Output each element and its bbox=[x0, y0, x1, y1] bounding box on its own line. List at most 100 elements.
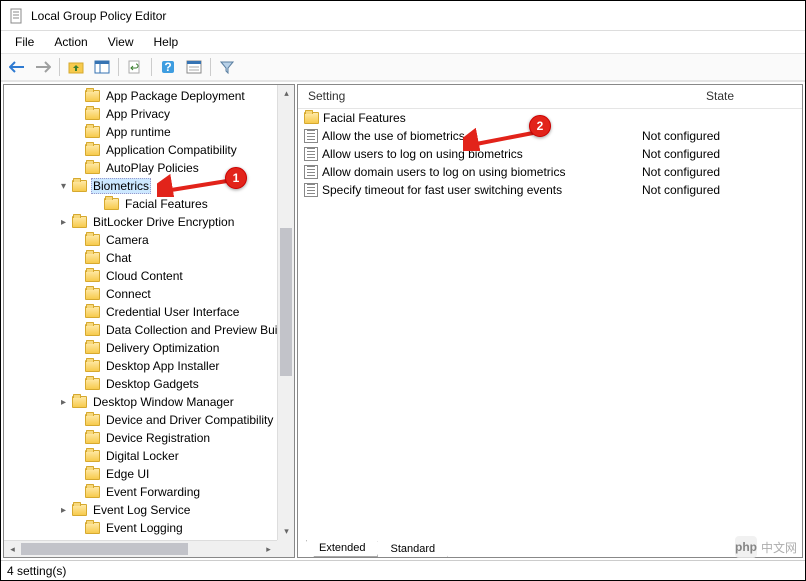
tree-item[interactable]: Desktop Gadgets bbox=[4, 375, 294, 393]
tree-item-label: Delivery Optimization bbox=[104, 341, 221, 355]
policy-icon bbox=[304, 129, 318, 143]
tree-item[interactable]: ▸ Desktop Window Manager bbox=[4, 393, 294, 411]
scroll-down-icon[interactable]: ▾ bbox=[278, 523, 295, 540]
tab-extended[interactable]: Extended bbox=[306, 540, 378, 557]
expander-icon bbox=[70, 468, 83, 481]
expander-icon bbox=[70, 126, 83, 139]
properties-button[interactable] bbox=[182, 56, 206, 78]
expander-icon[interactable]: ▸ bbox=[57, 216, 70, 229]
folder-icon bbox=[85, 162, 100, 174]
svg-text:?: ? bbox=[164, 60, 171, 74]
tree-item[interactable]: ▾ Biometrics bbox=[4, 177, 294, 195]
scroll-corner bbox=[277, 540, 294, 557]
tree-item[interactable]: Desktop App Installer bbox=[4, 357, 294, 375]
setting-label: Facial Features bbox=[323, 111, 406, 125]
horizontal-scrollbar[interactable]: ◂ ▸ bbox=[4, 540, 277, 557]
expander-icon bbox=[70, 342, 83, 355]
scroll-thumb[interactable] bbox=[21, 543, 188, 555]
tree-item[interactable]: App Privacy bbox=[4, 105, 294, 123]
list-row[interactable]: Specify timeout for fast user switching … bbox=[298, 181, 802, 199]
expander-icon bbox=[70, 306, 83, 319]
tree-item[interactable]: Event Logging bbox=[4, 519, 294, 537]
expander-icon bbox=[70, 162, 83, 175]
tree-item[interactable]: Digital Locker bbox=[4, 447, 294, 465]
column-setting[interactable]: Setting bbox=[298, 85, 638, 108]
column-state[interactable]: State bbox=[638, 85, 802, 108]
setting-label: Allow domain users to log on using biome… bbox=[322, 165, 565, 179]
expander-icon bbox=[70, 324, 83, 337]
tree-item[interactable]: Connect bbox=[4, 285, 294, 303]
tree-item[interactable]: Data Collection and Preview Buil bbox=[4, 321, 294, 339]
settings-list[interactable]: Facial Features Allow the use of biometri… bbox=[298, 109, 802, 535]
show-hide-tree-button[interactable] bbox=[90, 56, 114, 78]
folder-icon bbox=[104, 198, 119, 210]
watermark: php 中文网 bbox=[735, 536, 797, 558]
folder-icon bbox=[85, 468, 100, 480]
folder-icon bbox=[85, 378, 100, 390]
expander-icon[interactable]: ▸ bbox=[57, 504, 70, 517]
vertical-scrollbar[interactable]: ▴ ▾ bbox=[277, 85, 294, 540]
menu-view[interactable]: View bbox=[100, 33, 142, 51]
tree-item[interactable]: Device and Driver Compatibility bbox=[4, 411, 294, 429]
scroll-left-icon[interactable]: ◂ bbox=[4, 541, 21, 558]
menu-file[interactable]: File bbox=[7, 33, 42, 51]
expander-icon[interactable]: ▸ bbox=[57, 396, 70, 409]
tree-item-label: Biometrics bbox=[91, 178, 151, 194]
help-button[interactable]: ? bbox=[156, 56, 180, 78]
tree-item[interactable]: Credential User Interface bbox=[4, 303, 294, 321]
tree-item[interactable]: AutoPlay Policies bbox=[4, 159, 294, 177]
tree-item[interactable]: Application Compatibility bbox=[4, 141, 294, 159]
folder-icon bbox=[85, 234, 100, 246]
expander-icon bbox=[70, 486, 83, 499]
scroll-up-icon[interactable]: ▴ bbox=[278, 85, 295, 102]
expander-icon bbox=[70, 414, 83, 427]
expander-icon[interactable]: ▾ bbox=[57, 180, 70, 193]
tree-item[interactable]: Edge UI bbox=[4, 465, 294, 483]
back-button[interactable] bbox=[5, 56, 29, 78]
scroll-thumb[interactable] bbox=[280, 228, 292, 375]
tree-item-label: Event Forwarding bbox=[104, 485, 202, 499]
tree[interactable]: App Package Deployment App PrivacyApp run… bbox=[4, 85, 294, 557]
tree-item[interactable]: Event Forwarding bbox=[4, 483, 294, 501]
folder-icon bbox=[85, 126, 100, 138]
refresh-button[interactable] bbox=[123, 56, 147, 78]
folder-icon bbox=[85, 450, 100, 462]
tree-item-label: Device Registration bbox=[104, 431, 212, 445]
tree-item[interactable]: App runtime bbox=[4, 123, 294, 141]
up-folder-button[interactable] bbox=[64, 56, 88, 78]
expander-icon bbox=[70, 270, 83, 283]
policy-icon bbox=[304, 183, 318, 197]
titlebar: Local Group Policy Editor bbox=[1, 1, 805, 31]
tree-item[interactable]: Device Registration bbox=[4, 429, 294, 447]
list-row[interactable]: Allow users to log on using biometricsNo… bbox=[298, 145, 802, 163]
list-row[interactable]: Allow the use of biometricsNot configure… bbox=[298, 127, 802, 145]
tree-item[interactable]: Cloud Content bbox=[4, 267, 294, 285]
tree-item-label: App Package Deployment bbox=[104, 89, 247, 103]
list-row[interactable]: Allow domain users to log on using biome… bbox=[298, 163, 802, 181]
tree-item[interactable]: Facial Features bbox=[4, 195, 294, 213]
tree-item-label: Device and Driver Compatibility bbox=[104, 413, 275, 427]
menu-action[interactable]: Action bbox=[46, 33, 95, 51]
folder-icon bbox=[85, 252, 100, 264]
expander-icon bbox=[70, 90, 83, 103]
filter-button[interactable] bbox=[215, 56, 239, 78]
separator bbox=[151, 58, 152, 76]
expander-icon bbox=[70, 234, 83, 247]
tree-item[interactable]: ▸BitLocker Drive Encryption bbox=[4, 213, 294, 231]
tree-item[interactable]: App Package Deployment bbox=[4, 87, 294, 105]
menu-help[interactable]: Help bbox=[146, 33, 187, 51]
scroll-right-icon[interactable]: ▸ bbox=[260, 541, 277, 558]
tree-item[interactable]: Delivery Optimization bbox=[4, 339, 294, 357]
folder-icon bbox=[304, 112, 319, 124]
tree-item[interactable]: ▸Event Log Service bbox=[4, 501, 294, 519]
folder-icon bbox=[85, 270, 100, 282]
state-label: Not configured bbox=[638, 129, 802, 143]
tree-item[interactable]: Chat bbox=[4, 249, 294, 267]
tree-item-label: Desktop Window Manager bbox=[91, 395, 236, 409]
window-title: Local Group Policy Editor bbox=[31, 9, 166, 23]
tree-item[interactable]: Camera bbox=[4, 231, 294, 249]
forward-button[interactable] bbox=[31, 56, 55, 78]
folder-icon bbox=[72, 216, 87, 228]
list-row[interactable]: Facial Features bbox=[298, 109, 802, 127]
tab-standard[interactable]: Standard bbox=[377, 541, 448, 558]
